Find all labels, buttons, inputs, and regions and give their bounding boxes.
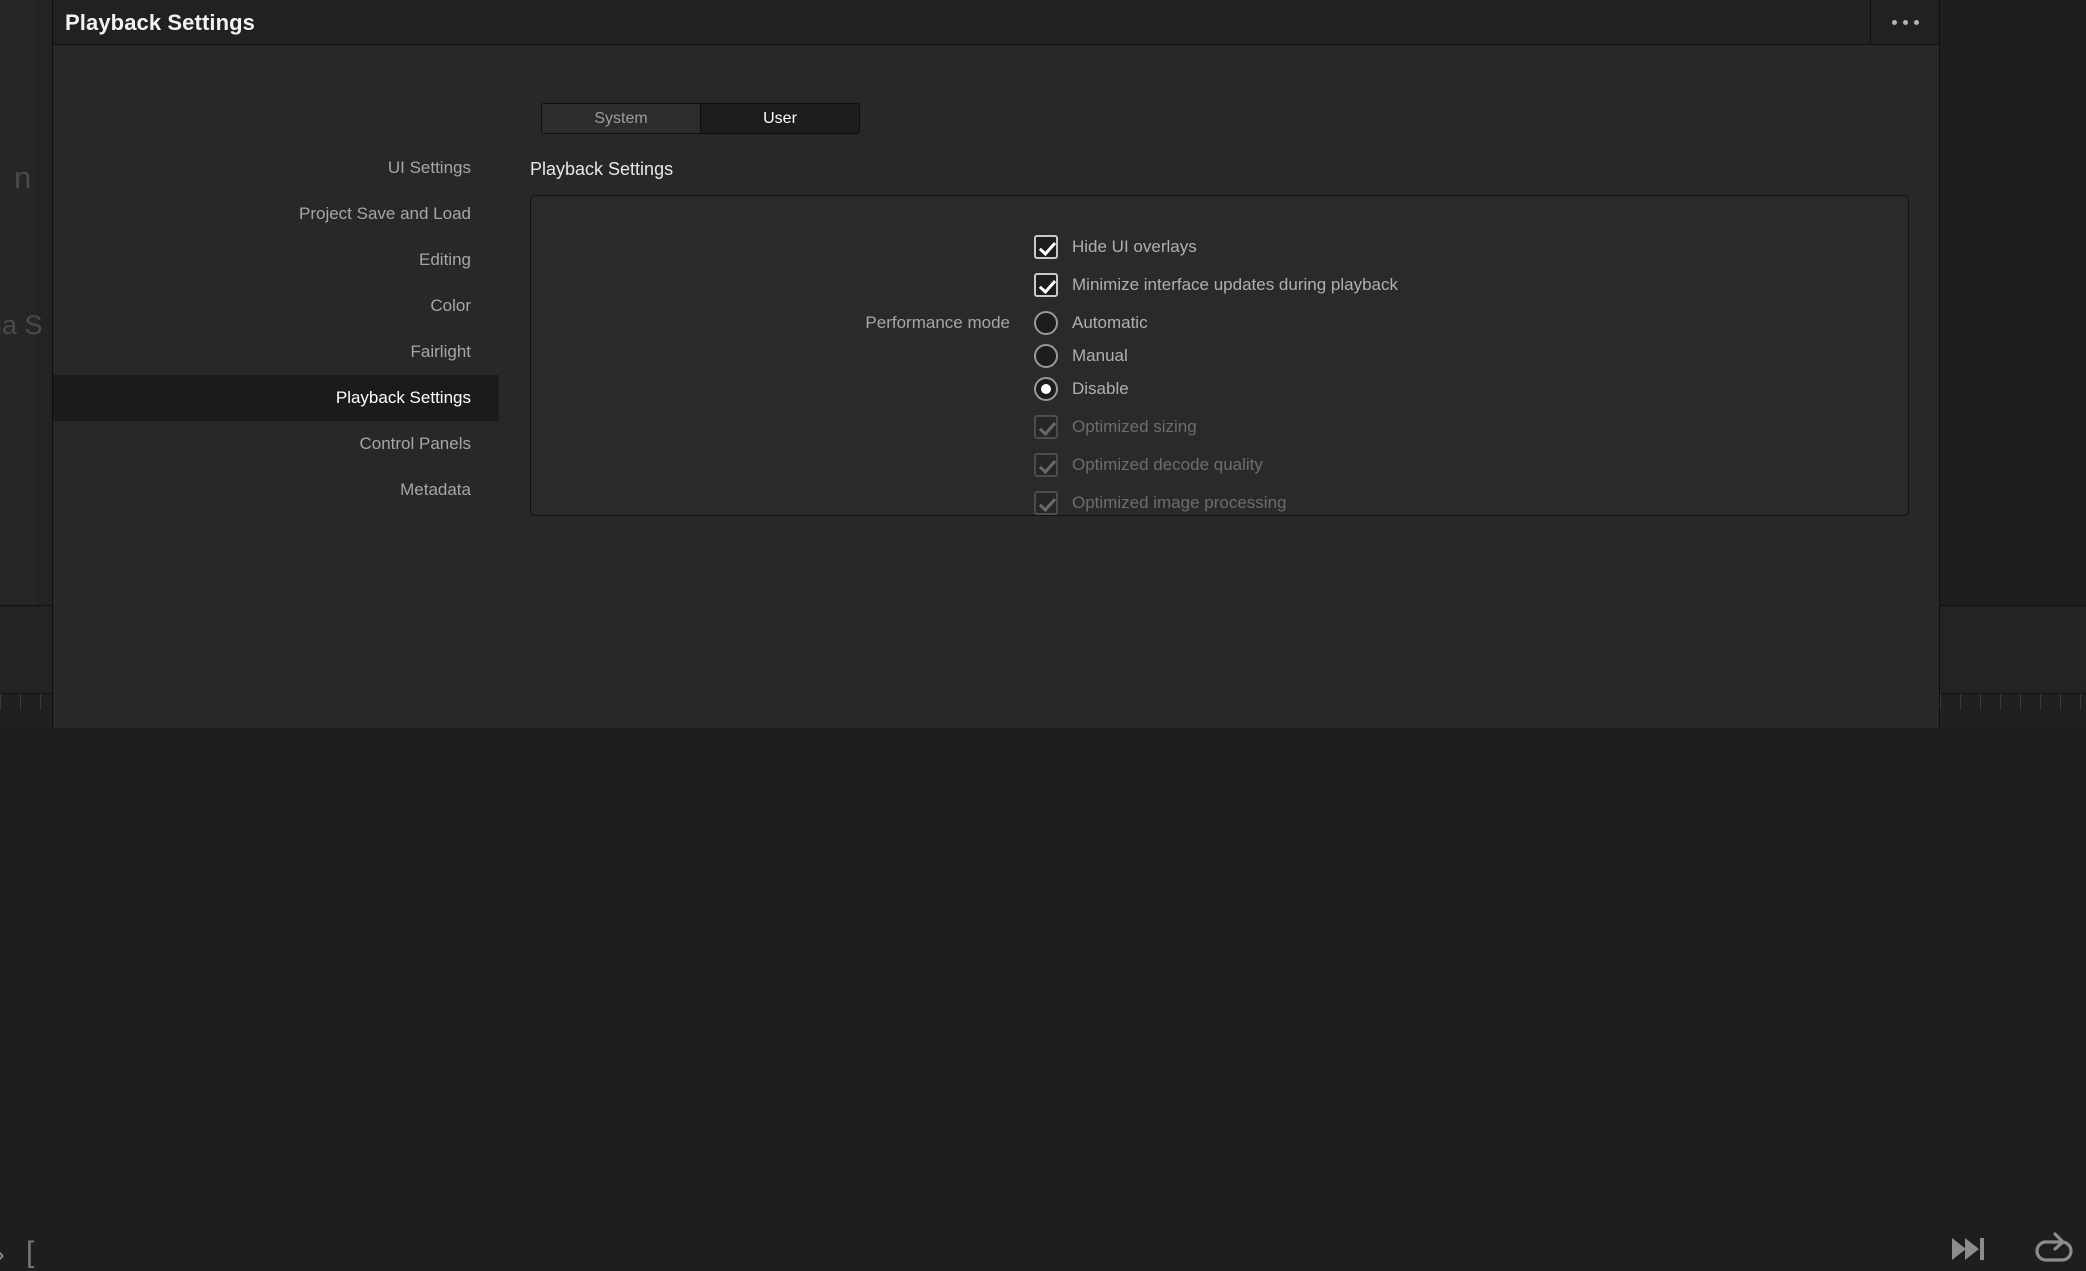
background-right-area [1940, 0, 2086, 690]
sidebar-item-editing[interactable]: Editing [53, 237, 499, 283]
checkbox-minimize-interface-updates[interactable] [1034, 273, 1058, 297]
tab-system[interactable]: System [542, 104, 700, 133]
sidebar-item-project-save-and-load[interactable]: Project Save and Load [53, 191, 499, 237]
radio-performance-mode-manual[interactable] [1034, 344, 1058, 368]
label-minimize-interface-updates[interactable]: Minimize interface updates during playba… [1072, 275, 1398, 295]
chevron-right-icon[interactable]: › [0, 1239, 5, 1270]
label-optimized-sizing: Optimized sizing [1072, 417, 1197, 437]
option-row-optimized-decode-quality: Optimized decode quality [531, 446, 1908, 484]
dialog-header: Playback Settings [53, 0, 1939, 45]
overflow-dot [1892, 20, 1897, 25]
sidebar-item-ui-settings[interactable]: UI Settings [53, 145, 499, 191]
label-hide-ui-overlays[interactable]: Hide UI overlays [1072, 237, 1197, 257]
overflow-dot [1903, 20, 1908, 25]
background-text-fragment-media: lia S [0, 310, 43, 341]
label-optimized-decode-quality: Optimized decode quality [1072, 455, 1263, 475]
radio-performance-mode-disable[interactable] [1034, 377, 1058, 401]
checkbox-optimized-image-processing [1034, 491, 1058, 515]
background-left-strip [0, 0, 37, 690]
sidebar-item-fairlight[interactable]: Fairlight [53, 329, 499, 375]
options-group-box: Hide UI overlays Minimize interface upda… [530, 195, 1909, 516]
label-optimized-image-processing: Optimized image processing [1072, 493, 1286, 513]
scope-toggle: System User [541, 103, 860, 134]
checkbox-optimized-decode-quality [1034, 453, 1058, 477]
tab-user[interactable]: User [700, 104, 859, 133]
checkbox-hide-ui-overlays[interactable] [1034, 235, 1058, 259]
overflow-menu-button[interactable] [1871, 0, 1939, 45]
loop-icon[interactable] [2032, 1232, 2076, 1271]
option-row-performance-mode-disable: Disable [531, 370, 1908, 408]
checkbox-optimized-sizing [1034, 415, 1058, 439]
radio-performance-mode-automatic[interactable] [1034, 311, 1058, 335]
label-performance-mode: Performance mode [531, 313, 1022, 333]
label-performance-mode-disable[interactable]: Disable [1072, 379, 1129, 399]
label-performance-mode-manual[interactable]: Manual [1072, 346, 1128, 366]
dialog-body: System User UI Settings Project Save and… [53, 45, 1939, 728]
option-row-optimized-sizing: Optimized sizing [531, 408, 1908, 446]
page-title: Playback Settings [65, 10, 255, 36]
option-row-minimize-interface-updates: Minimize interface updates during playba… [531, 266, 1908, 304]
category-list: UI Settings Project Save and Load Editin… [53, 145, 499, 513]
option-row-optimized-image-processing: Optimized image processing [531, 484, 1908, 522]
sidebar-item-playback-settings[interactable]: Playback Settings [53, 375, 499, 421]
sidebar-item-metadata[interactable]: Metadata [53, 467, 499, 513]
background-text-fragment-n: n [14, 160, 31, 196]
sidebar-item-color[interactable]: Color [53, 283, 499, 329]
section-title: Playback Settings [530, 159, 673, 180]
sidebar-item-control-panels[interactable]: Control Panels [53, 421, 499, 467]
settings-dialog: Playback Settings System User UI Setting… [52, 0, 1940, 728]
label-performance-mode-automatic[interactable]: Automatic [1072, 313, 1148, 333]
bracket-left-icon[interactable]: [ [26, 1236, 34, 1270]
overflow-dot [1914, 20, 1919, 25]
skip-to-end-icon[interactable] [1950, 1234, 1988, 1269]
option-row-hide-ui-overlays: Hide UI overlays [531, 228, 1908, 266]
